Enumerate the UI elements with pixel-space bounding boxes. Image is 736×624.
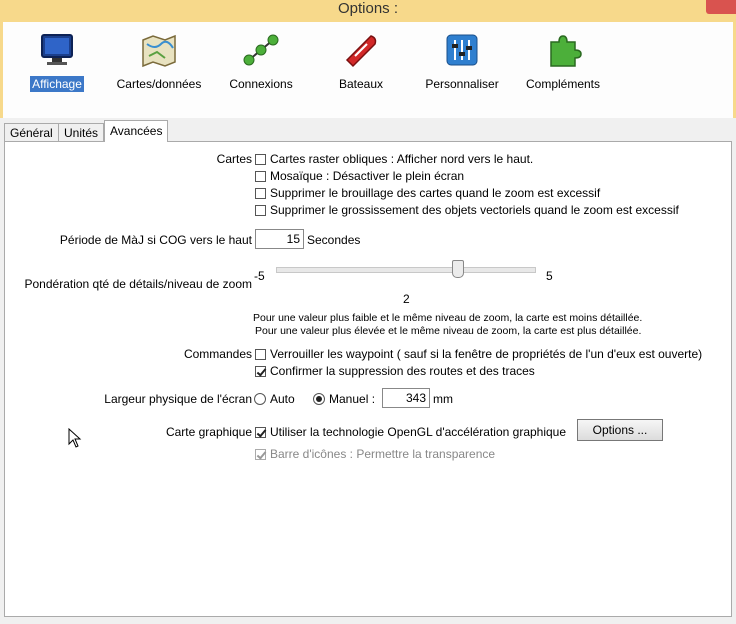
slider-min-label: -5: [254, 269, 265, 283]
screen-width-label: Largeur physique de l'écran: [104, 392, 252, 406]
checkbox[interactable]: [255, 170, 266, 182]
radio-button[interactable]: [313, 393, 325, 405]
toolbar-item-complements[interactable]: Compléments: [521, 30, 605, 92]
radio-auto[interactable]: Auto: [254, 392, 295, 406]
toolbar-label: Compléments: [525, 77, 601, 91]
checkbox[interactable]: [255, 348, 266, 360]
toolbar-label: Bateaux: [338, 77, 384, 91]
toolbar-item-cartes[interactable]: Cartes/données: [113, 30, 205, 92]
toolbar-item-affichage[interactable]: Affichage: [29, 30, 85, 92]
screen-width-input[interactable]: [382, 388, 430, 408]
monitor-icon: [41, 34, 73, 65]
zoom-note-low: Pour une valeur plus faible et le même n…: [253, 312, 643, 324]
cog-unit: Secondes: [307, 233, 361, 247]
option-raster-north-up[interactable]: Cartes raster obliques : Afficher nord v…: [255, 152, 533, 166]
checkbox[interactable]: [255, 426, 266, 438]
boat-icon: [345, 35, 377, 68]
tab-general[interactable]: Général: [4, 123, 59, 142]
title-bar: Options :: [0, 0, 736, 22]
slider-max-label: 5: [546, 269, 553, 283]
checkbox[interactable]: [255, 187, 266, 199]
checkbox: [255, 448, 266, 460]
toolbar-label: Affichage: [30, 76, 84, 92]
radio-manual[interactable]: Manuel :: [313, 392, 375, 406]
tab-unites[interactable]: Unités: [58, 123, 105, 142]
toolbar-label: Cartes/données: [116, 77, 202, 91]
opengl-options-button[interactable]: Options ...: [577, 419, 663, 441]
commandes-label: Commandes: [183, 347, 252, 361]
network-icon: [243, 34, 279, 66]
zoom-note-high: Pour une valeur plus élevée et le même n…: [255, 325, 642, 337]
slider-thumb[interactable]: [451, 260, 464, 278]
toolbar-label: Connexions: [229, 77, 293, 91]
mouse-cursor-icon: [68, 428, 82, 448]
cartes-label: Cartes: [216, 152, 252, 166]
option-confirm-delete[interactable]: Confirmer la suppression des routes et d…: [255, 364, 535, 378]
category-toolbar: Affichage Cartes/données Connexions Bate…: [0, 22, 736, 118]
advanced-settings-panel: Cartes Cartes raster obliques : Afficher…: [4, 141, 732, 617]
graphics-label: Carte graphique: [165, 425, 252, 439]
slider-value-label: 2: [403, 292, 410, 306]
checkbox[interactable]: [255, 365, 266, 377]
cog-update-label: Période de MàJ si COG vers le haut: [59, 233, 252, 247]
tab-avancees[interactable]: Avancées: [104, 120, 169, 142]
option-toolbar-transparency: Barre d'icônes : Permettre la transparen…: [255, 447, 495, 461]
option-mosaic-fullscreen[interactable]: Mosaïque : Désactiver le plein écran: [255, 169, 464, 183]
checkbox[interactable]: [255, 153, 266, 165]
cog-period-input[interactable]: [255, 229, 304, 249]
sliders-icon: [446, 34, 478, 66]
zoom-detail-label: Pondération qté de détails/niveau de zoo…: [24, 277, 253, 291]
option-suppress-vector-magnify[interactable]: Supprimer le grossissement des objets ve…: [255, 203, 679, 217]
window-title: Options :: [337, 0, 399, 17]
toolbar-item-personnaliser[interactable]: Personnaliser: [423, 30, 501, 92]
toolbar-item-bateaux[interactable]: Bateaux: [333, 30, 389, 92]
close-button[interactable]: [706, 0, 736, 14]
radio-button[interactable]: [254, 393, 266, 405]
screen-width-unit: mm: [433, 392, 453, 406]
option-lock-waypoints[interactable]: Verrouiller les waypoint ( sauf si la fe…: [255, 347, 702, 361]
map-icon: [142, 34, 176, 68]
toolbar-label: Personnaliser: [425, 77, 499, 91]
puzzle-icon: [550, 35, 582, 67]
option-suppress-chart-blur[interactable]: Supprimer le brouillage des cartes quand…: [255, 186, 600, 200]
toolbar-item-connexions[interactable]: Connexions: [225, 30, 297, 92]
option-opengl[interactable]: Utiliser la technologie OpenGL d'accélér…: [255, 425, 566, 439]
zoom-detail-slider[interactable]: [276, 267, 536, 273]
checkbox[interactable]: [255, 204, 266, 216]
